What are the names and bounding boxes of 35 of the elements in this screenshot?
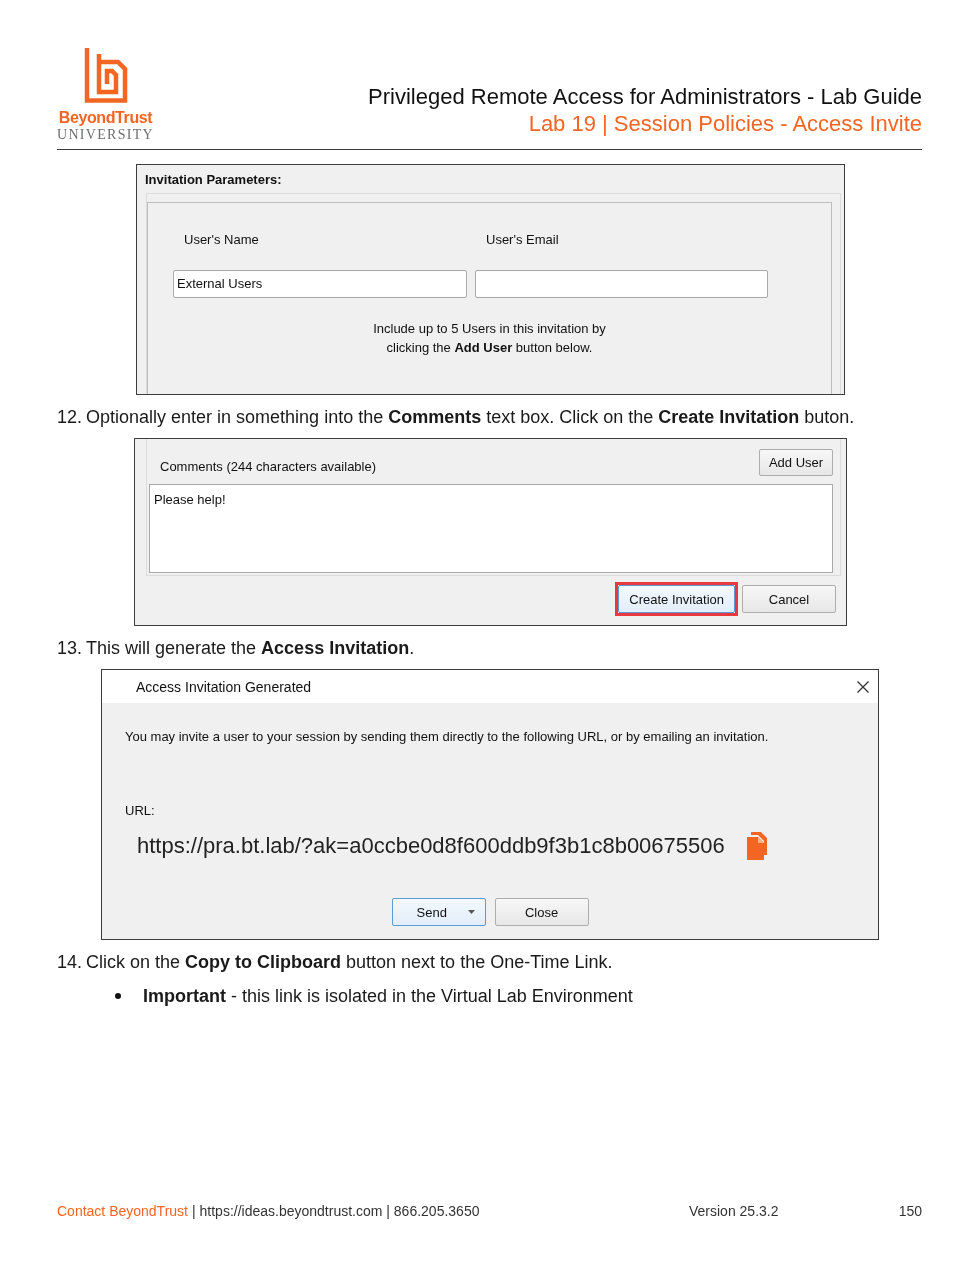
- step-number: 14.: [57, 951, 84, 974]
- bullet-icon: [115, 993, 121, 999]
- comments-field[interactable]: Please help!: [149, 484, 833, 573]
- invitation-url: https://pra.bt.lab/?ak=a0ccbe0d8f600ddb9f3b1c8b00675506: [137, 832, 725, 860]
- name-field[interactable]: External Users: [173, 270, 467, 298]
- url-label: URL:: [125, 802, 155, 820]
- bullet-text: Important - this link is isolated in the Virtual Lab Environment: [143, 985, 633, 1008]
- close-button[interactable]: Close: [494, 898, 589, 926]
- add-user-button[interactable]: Add User: [759, 449, 833, 476]
- document-subtitle: Lab 19 | Session Policies - Access Invite: [528, 110, 922, 137]
- step-text: This will generate the Access Invitation.: [86, 637, 415, 660]
- hint-text: Include up to 5 Users in this invitation by clicking the Add User button below.: [373, 320, 606, 357]
- step-text: Optionally enter in something into the Comments text box. Click on the Create Invitation buton.: [86, 406, 855, 429]
- footer-details: | https://ideas.beyondtrust.com | 866.205.3650: [192, 1202, 480, 1220]
- step-text: Click on the Copy to Clipboard button next to the One-Time Link.: [86, 951, 613, 974]
- brand-subtitle: UNIVERSITY: [57, 127, 154, 143]
- email-field[interactable]: [475, 270, 768, 298]
- field-label: User's Email: [485, 231, 559, 249]
- page-number: 150: [898, 1202, 922, 1220]
- comments-label: Comments (244 characters available): [160, 458, 377, 476]
- logo-icon: [83, 48, 128, 103]
- document-title: Privileged Remote Access for Administrators - Lab Guide: [368, 83, 922, 110]
- close-icon[interactable]: [857, 680, 869, 693]
- panel-title: Invitation Parameters:: [144, 171, 282, 189]
- dialog-message: You may invite a user to your session by sending them directly to the following URL, or by emailing an invitation.: [125, 728, 769, 746]
- field-label: User's Name: [183, 231, 259, 249]
- send-button[interactable]: Send: [391, 898, 486, 926]
- dialog-title: Access Invitation Generated: [136, 678, 312, 695]
- step-number: 12.: [57, 406, 84, 429]
- version-text: Version 25.3.2: [689, 1202, 780, 1220]
- brand-name: BeyondTrust: [58, 109, 153, 127]
- step-number: 13.: [57, 637, 84, 660]
- cancel-button[interactable]: Cancel: [742, 585, 836, 613]
- copy-icon[interactable]: [746, 832, 767, 860]
- create-invitation-button[interactable]: Create Invitation: [618, 585, 735, 613]
